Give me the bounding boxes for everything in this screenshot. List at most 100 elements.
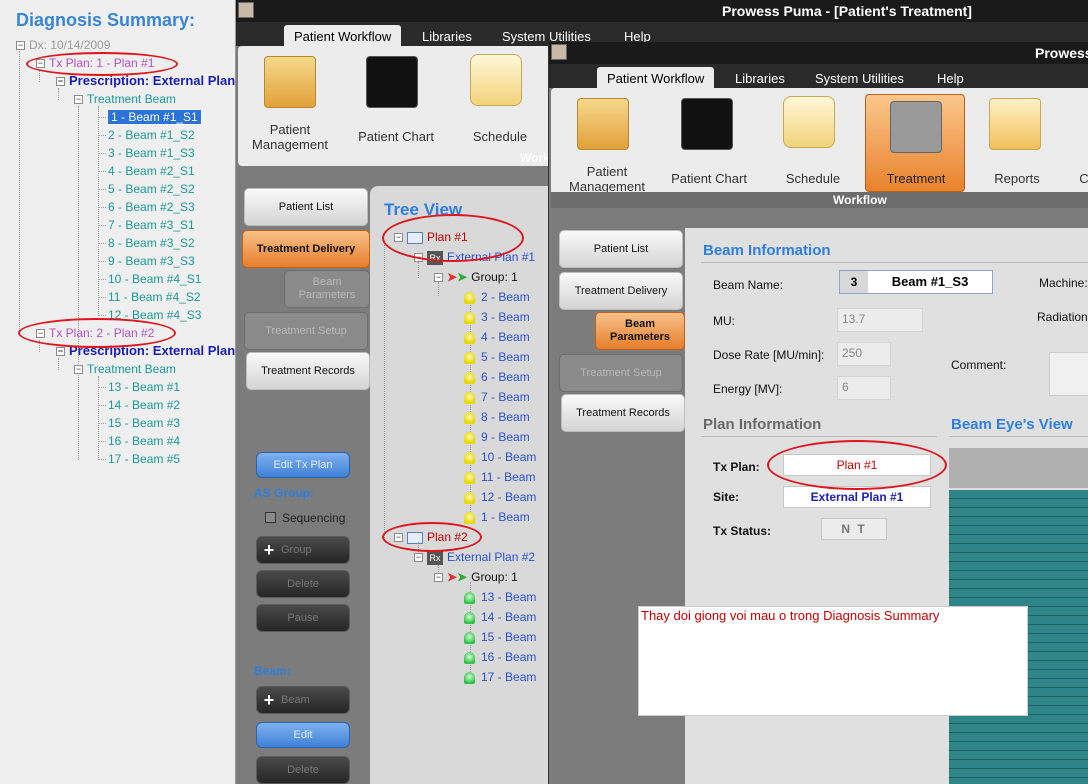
diagnosis-beam-node[interactable]: 16 - Beam #4: [108, 434, 180, 448]
collapse-icon[interactable]: −: [74, 365, 83, 375]
treatment-beam-2-node[interactable]: − Treatment Beam: [74, 362, 176, 376]
collapse-icon[interactable]: −: [74, 95, 83, 105]
collapse-icon[interactable]: −: [414, 553, 423, 563]
nav-patient-list[interactable]: Patient List: [559, 230, 683, 268]
beam-eyes-view-title: Beam Eye's View: [951, 416, 1073, 433]
tree-beam-node[interactable]: 6 - Beam: [464, 370, 530, 384]
diagnosis-beam-node[interactable]: 9 - Beam #3_S3: [108, 254, 195, 268]
beam-bulb-icon: [464, 431, 475, 444]
tree-group-1[interactable]: − ➤➤ Group: 1: [434, 270, 518, 284]
patient-management-icon[interactable]: [264, 56, 316, 108]
menu-patient-workflow[interactable]: Patient Workflow: [597, 67, 715, 88]
diagnosis-beam-node[interactable]: 1 - Beam #1_S1: [107, 109, 202, 125]
window-title: Prowess Puma - [Patient's Treatment]: [722, 3, 972, 19]
prescription-1-node[interactable]: − Prescription: External Plan: [56, 74, 235, 88]
tree-beam-node[interactable]: 9 - Beam: [464, 430, 530, 444]
diagnosis-beam-node[interactable]: 2 - Beam #1_S2: [108, 128, 195, 142]
diagnosis-beam-node[interactable]: 5 - Beam #2_S2: [108, 182, 195, 196]
ribbon-patient-management[interactable]: Patient Management: [555, 164, 659, 194]
collapse-icon[interactable]: −: [56, 347, 65, 357]
nav-patient-list[interactable]: Patient List: [244, 188, 368, 226]
nav-treatment-delivery[interactable]: Treatment Delivery: [242, 230, 370, 268]
reports-icon[interactable]: [989, 98, 1041, 150]
tree-beam-node[interactable]: 10 - Beam: [464, 450, 536, 464]
ribbon-schedule[interactable]: Schedule: [452, 129, 548, 144]
diagnosis-beam-node[interactable]: 14 - Beam #2: [108, 398, 180, 412]
ribbon-patient-management[interactable]: Patient Management: [238, 122, 342, 152]
collapse-icon[interactable]: −: [16, 41, 25, 51]
menu-patient-workflow[interactable]: Patient Workflow: [284, 25, 402, 46]
tree-beam-node[interactable]: 7 - Beam: [464, 390, 530, 404]
diagnosis-beam-node[interactable]: 7 - Beam #3_S1: [108, 218, 195, 232]
menu-help[interactable]: Help: [927, 67, 974, 88]
tree-beam-node[interactable]: 14 - Beam: [464, 610, 536, 624]
ribbon-reports[interactable]: Reports: [969, 171, 1065, 186]
schedule-icon[interactable]: [470, 54, 522, 106]
schedule-icon[interactable]: [783, 96, 835, 148]
mu-field[interactable]: 13.7: [837, 308, 923, 332]
nav-treatment-setup[interactable]: Treatment Setup: [244, 312, 368, 350]
tree-beam-node[interactable]: 15 - Beam: [464, 630, 536, 644]
nav-beam-parameters[interactable]: Beam Parameters: [284, 270, 370, 308]
tree-beam-node[interactable]: 4 - Beam: [464, 330, 530, 344]
diagnosis-beam-node[interactable]: 13 - Beam #1: [108, 380, 180, 394]
ribbon-patient-chart[interactable]: Patient Chart: [661, 171, 757, 186]
tree-beam-node[interactable]: 5 - Beam: [464, 350, 530, 364]
menu-system-utilities[interactable]: System Utilities: [805, 67, 914, 88]
sequencing-checkbox[interactable]: [265, 512, 276, 523]
plus-icon: +: [263, 689, 275, 710]
beam-name-field[interactable]: 3 Beam #1_S3: [839, 270, 993, 294]
ribbon-more[interactable]: C: [1077, 171, 1088, 186]
menu-libraries[interactable]: Libraries: [412, 25, 482, 46]
collapse-icon[interactable]: −: [434, 273, 443, 283]
tree-group-2[interactable]: − ➤➤ Group: 1: [434, 570, 518, 584]
tx-status-field[interactable]: N T: [821, 518, 887, 540]
diagnosis-beam-node[interactable]: 6 - Beam #2_S3: [108, 200, 195, 214]
pause-button[interactable]: Pause: [256, 604, 350, 632]
beam-bulb-icon: [464, 591, 475, 604]
diagnosis-beam-node[interactable]: 11 - Beam #4_S2: [108, 290, 201, 304]
tree-beam-node[interactable]: 3 - Beam: [464, 310, 530, 324]
tree-beam-node[interactable]: 1 - Beam: [464, 510, 530, 524]
diagnosis-beam-node[interactable]: 15 - Beam #3: [108, 416, 180, 430]
diagnosis-beam-node[interactable]: 8 - Beam #3_S2: [108, 236, 195, 250]
tree-beam-node[interactable]: 8 - Beam: [464, 410, 530, 424]
tree-beam-node[interactable]: 12 - Beam: [464, 490, 536, 504]
diagnosis-beam-node[interactable]: 4 - Beam #2_S1: [108, 164, 195, 178]
edit-tx-plan-button[interactable]: Edit Tx Plan: [256, 452, 350, 478]
nav-treatment-records[interactable]: Treatment Records: [246, 352, 370, 390]
ribbon-treatment-tile[interactable]: Treatment: [865, 94, 965, 192]
add-group-button[interactable]: + Group: [256, 536, 350, 564]
tree-beam-node[interactable]: 17 - Beam: [464, 670, 536, 684]
add-beam-button[interactable]: + Beam: [256, 686, 350, 714]
nav-beam-parameters[interactable]: Beam Parameters: [595, 312, 685, 350]
treatment-beam-1-node[interactable]: − Treatment Beam: [74, 92, 176, 106]
tree-external-plan-2[interactable]: − Rx External Plan #2: [414, 550, 535, 565]
tree-beam-node[interactable]: 16 - Beam: [464, 650, 536, 664]
tree-beam-node[interactable]: 11 - Beam: [464, 470, 535, 484]
menu-libraries[interactable]: Libraries: [725, 67, 795, 88]
nav-treatment-records[interactable]: Treatment Records: [561, 394, 685, 432]
diagnosis-summary-panel: Diagnosis Summary: − Dx: 10/14/2009 − Tx P…: [0, 0, 236, 784]
patient-chart-icon[interactable]: [366, 56, 418, 108]
ribbon-patient-chart[interactable]: Patient Chart: [348, 129, 444, 144]
collapse-icon[interactable]: −: [434, 573, 443, 583]
collapse-icon[interactable]: −: [56, 77, 65, 87]
comment-field[interactable]: [1049, 352, 1088, 396]
diagnosis-beam-node[interactable]: 10 - Beam #4_S1: [108, 272, 201, 286]
diagnosis-beam-node[interactable]: 3 - Beam #1_S3: [108, 146, 195, 160]
dose-rate-field[interactable]: 250: [837, 342, 891, 366]
tree-beam-node[interactable]: 2 - Beam: [464, 290, 530, 304]
diagnosis-dx-node[interactable]: − Dx: 10/14/2009: [16, 38, 110, 52]
delete-group-button[interactable]: Delete: [256, 570, 350, 598]
nav-treatment-setup[interactable]: Treatment Setup: [559, 354, 683, 392]
patient-chart-icon[interactable]: [681, 98, 733, 150]
tree-beam-node[interactable]: 13 - Beam: [464, 590, 536, 604]
edit-beam-button[interactable]: Edit: [256, 722, 350, 748]
nav-treatment-delivery[interactable]: Treatment Delivery: [559, 272, 683, 310]
delete-beam-button[interactable]: Delete: [256, 756, 350, 784]
ribbon-schedule[interactable]: Schedule: [765, 171, 861, 186]
diagnosis-beam-node[interactable]: 17 - Beam #5: [108, 452, 180, 466]
energy-field[interactable]: 6: [837, 376, 891, 400]
patient-management-icon[interactable]: [577, 98, 629, 150]
